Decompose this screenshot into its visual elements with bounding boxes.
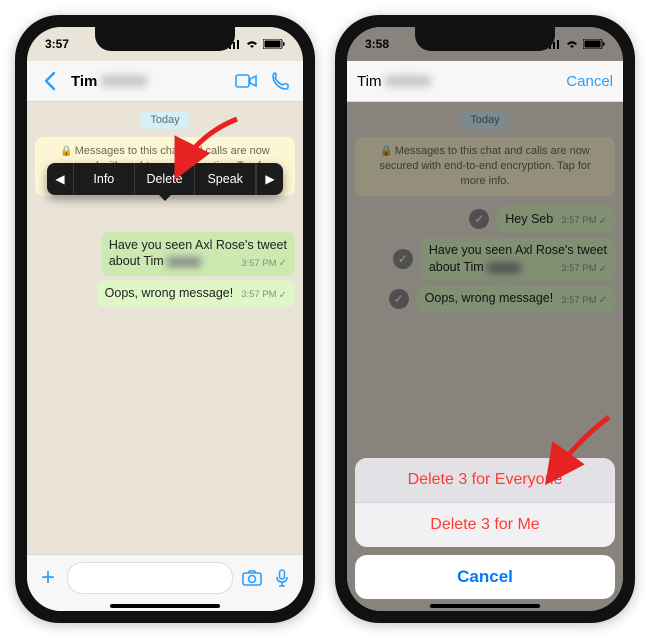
screen: 3:57 Tim	[27, 27, 303, 611]
camera-icon[interactable]	[241, 570, 263, 586]
chat-title: Tim	[357, 73, 558, 90]
notch	[95, 27, 235, 51]
day-pill: Today	[140, 111, 189, 129]
message-input[interactable]	[67, 562, 233, 594]
action-sheet-group: Delete 3 for Everyone Delete 3 for Me	[355, 458, 615, 547]
back-icon[interactable]	[37, 68, 63, 94]
message-row: Have you seen Axl Rose's tweet about Tim…	[35, 232, 295, 276]
menu-delete[interactable]: Delete	[135, 163, 196, 195]
video-call-icon[interactable]	[233, 68, 259, 94]
contact-name-redacted	[101, 75, 147, 87]
battery-icon	[583, 39, 605, 49]
status-time: 3:57	[45, 37, 69, 51]
delete-for-everyone-button[interactable]: Delete 3 for Everyone	[355, 458, 615, 503]
wifi-icon	[245, 39, 259, 49]
input-bar: +	[27, 554, 303, 611]
phone-right: 3:58 Tim Cancel Today	[335, 15, 635, 623]
screen: 3:58 Tim Cancel Today	[347, 27, 623, 611]
battery-icon	[263, 39, 285, 49]
menu-info[interactable]: Info	[74, 163, 135, 195]
message-bubble[interactable]: Oops, wrong message! 3:57 PM✓	[97, 280, 295, 308]
chat-header-selection: Tim Cancel	[347, 61, 623, 102]
chat-title[interactable]: Tim	[71, 73, 225, 90]
action-sheet: Delete 3 for Everyone Delete 3 for Me Ca…	[355, 458, 615, 599]
menu-speak[interactable]: Speak	[195, 163, 256, 195]
attach-icon[interactable]: +	[37, 564, 59, 592]
home-indicator	[430, 604, 540, 608]
notch	[415, 27, 555, 51]
action-sheet-cancel-button[interactable]: Cancel	[355, 555, 615, 599]
popover-next-icon[interactable]: ▶	[256, 163, 283, 195]
contact-name: Tim	[71, 73, 97, 90]
cancel-selection-button[interactable]: Cancel	[566, 73, 613, 90]
message-meta: 3:57 PM✓	[241, 289, 287, 303]
message-meta: 3:57 PM✓	[241, 257, 287, 271]
lock-icon: 🔒	[60, 146, 72, 157]
home-indicator	[110, 604, 220, 608]
message-row: Oops, wrong message! 3:57 PM✓	[35, 280, 295, 308]
phone-left: 3:57 Tim	[15, 15, 315, 623]
mic-icon[interactable]	[271, 569, 293, 587]
message-bubble[interactable]: Have you seen Axl Rose's tweet about Tim…	[101, 232, 295, 276]
wifi-icon	[565, 39, 579, 49]
chat-header: Tim	[27, 61, 303, 102]
contact-name-redacted	[385, 75, 431, 87]
context-menu: ◀ Info Delete Speak ▶	[47, 163, 283, 195]
delete-for-me-button[interactable]: Delete 3 for Me	[355, 503, 615, 547]
status-time: 3:58	[365, 37, 389, 51]
popover-prev-icon[interactable]: ◀	[47, 163, 74, 195]
audio-call-icon[interactable]	[267, 68, 293, 94]
